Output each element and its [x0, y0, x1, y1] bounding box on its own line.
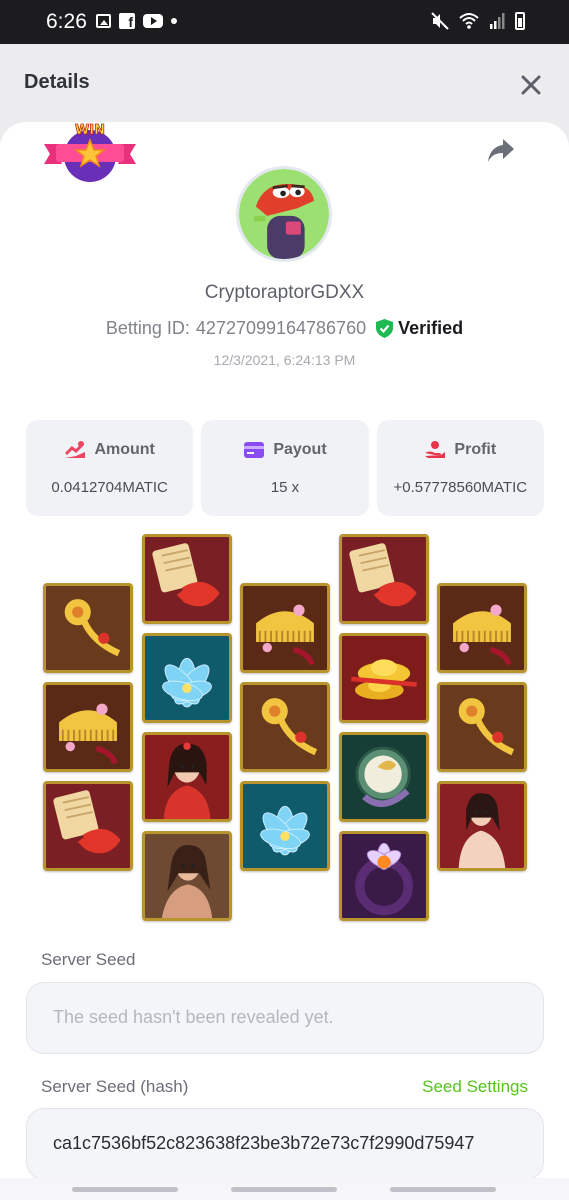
avatar-image	[239, 169, 329, 259]
youtube-icon	[143, 14, 163, 28]
username: CryptoraptorGDXX	[204, 282, 365, 303]
betting-id-label: Betting ID:	[105, 318, 190, 338]
gold-ingots-symbol	[339, 633, 429, 723]
server-seed-field[interactable]: The seed hasn't been revealed yet.	[26, 982, 544, 1054]
stat-payout-label: Payout	[273, 441, 327, 458]
purple-ring-symbol	[339, 831, 429, 921]
facebook-icon: f	[119, 13, 135, 30]
stat-amount-value: 0.0412704MATIC	[51, 479, 168, 496]
stat-profit-value: +0.57778560MATIC	[393, 479, 528, 496]
verified-badge: Verified	[376, 318, 463, 339]
win-badge-icon: WIN	[44, 123, 136, 182]
golden-hairpin-symbol	[437, 682, 527, 772]
status-bar: 6:26 f	[0, 0, 569, 44]
verified-shield-icon	[376, 319, 394, 338]
wifi-icon	[459, 13, 479, 29]
golden-comb-symbol	[240, 583, 330, 673]
stat-profit-label: Profit	[454, 441, 497, 458]
golden-comb-symbol	[43, 682, 133, 772]
server-seed-placeholder: The seed hasn't been revealed yet.	[53, 1007, 334, 1027]
status-left-icons: f	[96, 13, 177, 30]
server-seed-label: Server Seed	[41, 950, 136, 969]
status-right-icons	[431, 12, 525, 30]
stat-payout: Payout 15 x	[201, 420, 369, 516]
scroll-koi-symbol	[43, 781, 133, 871]
betting-id: 42727099164786760	[195, 318, 367, 338]
close-icon[interactable]	[518, 72, 544, 98]
nav-pill-right	[390, 1187, 496, 1192]
mute-icon	[431, 12, 449, 30]
lady-red-symbol	[142, 732, 232, 822]
dot-icon	[171, 18, 177, 24]
nav-pill-left	[72, 1187, 178, 1192]
verified-label: Verified	[398, 318, 464, 338]
stat-profit: Profit +0.57778560MATIC	[376, 420, 544, 516]
bet-date: 12/3/2021, 6:24:13 PM	[213, 352, 356, 368]
card-icon	[244, 442, 265, 458]
profit-icon	[425, 441, 446, 458]
gesture-nav-bar	[0, 1178, 569, 1200]
page-title: Details	[24, 71, 90, 93]
server-seed-hash-value: ca1c7536bf52c823638f23be3b72e73c7f2990d7…	[53, 1133, 475, 1153]
share-icon[interactable]	[486, 136, 516, 164]
blue-lotus-symbol	[142, 633, 232, 723]
seed-settings-link[interactable]: Seed Settings	[422, 1077, 528, 1097]
win-badge-text: WIN	[75, 123, 105, 138]
lady-pale-symbol	[437, 781, 527, 871]
blue-lotus-symbol	[240, 781, 330, 871]
stat-amount: Amount 0.0412704MATIC	[26, 420, 194, 516]
scroll-koi-symbol	[142, 534, 232, 624]
slot-reels	[0, 532, 569, 922]
stat-payout-value: 15 x	[270, 479, 300, 496]
bet-stats: Amount 0.0412704MATIC Payout 15 x Profit…	[26, 420, 544, 516]
golden-hairpin-symbol	[43, 583, 133, 673]
stat-amount-label: Amount	[94, 441, 155, 458]
server-seed-hash-label: Server Seed (hash)	[41, 1077, 189, 1096]
gallery-icon	[96, 14, 111, 28]
signal-icon	[490, 13, 505, 29]
details-header: Details	[0, 44, 569, 124]
status-time: 6:26	[46, 10, 87, 33]
amount-icon	[65, 441, 86, 458]
golden-hairpin-symbol	[240, 682, 330, 772]
jade-mirror-symbol	[339, 732, 429, 822]
scroll-koi-symbol	[339, 534, 429, 624]
betting-id-row: Betting ID: 42727099164786760 Verified	[0, 318, 569, 339]
battery-icon	[515, 12, 525, 30]
lady-brown-symbol	[142, 831, 232, 921]
nav-pill-center[interactable]	[231, 1187, 337, 1192]
avatar	[236, 166, 332, 262]
golden-comb-symbol	[437, 583, 527, 673]
server-seed-hash-field[interactable]: ca1c7536bf52c823638f23be3b72e73c7f2990d7…	[26, 1108, 544, 1180]
details-sheet: WIN CryptoraptorGDXX Betting ID: 4272709…	[0, 122, 569, 1200]
